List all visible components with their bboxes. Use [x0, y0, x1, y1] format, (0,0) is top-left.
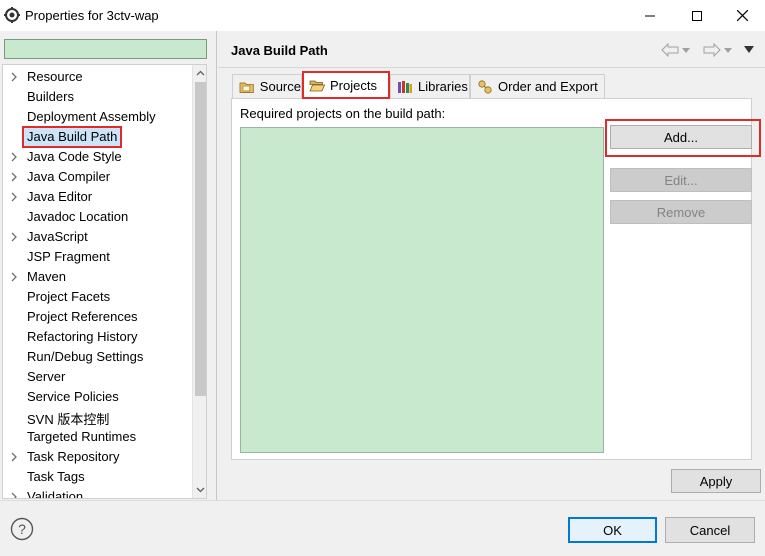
sidebar-item-label: Java Code Style	[27, 149, 122, 164]
chevron-right-icon[interactable]	[9, 272, 19, 282]
sidebar-item-label: Targeted Runtimes	[27, 429, 137, 444]
sidebar-item-service-policies[interactable]: Service Policies	[3, 387, 192, 407]
sidebar-item-label: JSP Fragment	[27, 249, 110, 264]
maximize-icon	[692, 10, 702, 21]
sidebar-item-label: Builders	[27, 89, 74, 104]
tree-scrollbar[interactable]	[192, 65, 206, 498]
chevron-right-icon[interactable]	[9, 172, 19, 182]
sidebar-item-validation[interactable]: Validation	[3, 487, 192, 499]
sidebar-item-label: Maven	[27, 269, 67, 284]
sidebar-item-label: SVN 版本控制	[27, 412, 110, 427]
sidebar-item-label: Javadoc Location	[27, 209, 129, 224]
sidebar-item-targeted-runtimes[interactable]: Targeted Runtimes	[3, 427, 192, 447]
sidebar-item-label: Validation	[27, 489, 84, 499]
tab-order-and-export[interactable]: Order and Export	[470, 74, 605, 98]
required-projects-label: Required projects on the build path:	[240, 106, 446, 121]
apply-button[interactable]: Apply	[671, 469, 761, 493]
page-nav	[661, 40, 761, 60]
minimize-icon	[645, 15, 655, 16]
sidebar-item-label: Task Repository	[27, 449, 120, 464]
projects-tab-content: Required projects on the build path: Add…	[231, 98, 761, 460]
gear-icon	[4, 7, 20, 23]
sidebar-item-label: JavaScript	[27, 229, 88, 244]
filter-input[interactable]	[4, 39, 207, 59]
chevron-right-icon[interactable]	[9, 152, 19, 162]
sidebar-item-task-repository[interactable]: Task Repository	[3, 447, 192, 467]
chevron-up-icon[interactable]	[195, 68, 206, 79]
open-folder-icon	[309, 80, 325, 91]
chevron-right-icon[interactable]	[9, 452, 19, 462]
sidebar-item-maven[interactable]: Maven	[3, 267, 192, 287]
tab-bar: Source Projects Libraries Order and Expo…	[232, 71, 752, 99]
chevron-right-icon[interactable]	[9, 192, 19, 202]
property-tree: Resource Builders Deployment Assembly Java …	[2, 64, 207, 499]
sidebar-item-label: Project Facets	[27, 289, 111, 304]
sidebar-item-label: Java Compiler	[27, 169, 111, 184]
help-icon[interactable]: ?	[10, 517, 34, 541]
sidebar-item-label: Java Editor	[27, 189, 93, 204]
main-panel: Java Build Path Source Projects Librarie…	[218, 31, 765, 500]
sidebar-item-svn[interactable]: SVN 版本控制	[3, 407, 192, 427]
sidebar: Resource Builders Deployment Assembly Java …	[0, 31, 217, 500]
tab-libraries[interactable]: Libraries	[390, 74, 470, 98]
sidebar-item-label: Run/Debug Settings	[27, 349, 144, 364]
forward-arrow-icon[interactable]	[703, 43, 721, 57]
sidebar-item-label: Project References	[27, 309, 138, 324]
close-button[interactable]	[719, 0, 765, 31]
sidebar-item-label: Refactoring History	[27, 329, 138, 344]
chevron-right-icon[interactable]	[9, 492, 19, 499]
sidebar-item-builders[interactable]: Builders	[3, 87, 192, 107]
chevron-down-icon[interactable]	[682, 48, 690, 54]
sidebar-item-refactoring-history[interactable]: Refactoring History	[3, 327, 192, 347]
projects-list[interactable]	[240, 127, 604, 453]
sidebar-item-server[interactable]: Server	[3, 367, 192, 387]
sidebar-item-java-code-style[interactable]: Java Code Style	[3, 147, 192, 167]
sidebar-item-project-references[interactable]: Project References	[3, 307, 192, 327]
sidebar-item-java-compiler[interactable]: Java Compiler	[3, 167, 192, 187]
add-button[interactable]: Add...	[610, 125, 752, 149]
sidebar-item-run-debug-settings[interactable]: Run/Debug Settings	[3, 347, 192, 367]
remove-button[interactable]: Remove	[610, 200, 752, 224]
maximize-button[interactable]	[674, 0, 720, 31]
sidebar-item-label: Java Build Path	[21, 126, 123, 148]
page-title: Java Build Path	[231, 43, 328, 58]
sidebar-item-label: Resource	[27, 69, 83, 84]
chevron-right-icon[interactable]	[9, 232, 19, 242]
chevron-down-icon[interactable]	[195, 484, 206, 495]
sidebar-item-label: Task Tags	[27, 469, 85, 484]
sidebar-item-java-build-path[interactable]: Java Build Path	[3, 126, 192, 148]
ok-button[interactable]: OK	[568, 517, 657, 543]
scroll-thumb[interactable]	[195, 82, 206, 396]
sidebar-item-jsp-fragment[interactable]: JSP Fragment	[3, 247, 192, 267]
sidebar-item-label: Service Policies	[27, 389, 119, 404]
sidebar-item-javascript[interactable]: JavaScript	[3, 227, 192, 247]
sidebar-item-resource[interactable]: Resource	[3, 67, 192, 87]
view-menu-icon[interactable]	[744, 46, 754, 54]
svg-text:?: ?	[18, 521, 26, 537]
close-icon	[736, 10, 748, 21]
sidebar-item-deployment-assembly[interactable]: Deployment Assembly	[3, 107, 192, 127]
window-title: Properties for 3ctv-wap	[25, 8, 159, 23]
divider	[218, 67, 765, 68]
sidebar-item-label: Deployment Assembly	[27, 109, 156, 124]
order-export-icon	[478, 79, 492, 94]
chevron-right-icon[interactable]	[9, 72, 19, 82]
tab-projects[interactable]: Projects	[302, 71, 390, 99]
cancel-button[interactable]: Cancel	[665, 517, 755, 543]
sidebar-item-javadoc-location[interactable]: Javadoc Location	[3, 207, 192, 227]
sidebar-item-java-editor[interactable]: Java Editor	[3, 187, 192, 207]
back-arrow-icon[interactable]	[661, 43, 679, 57]
minimize-button[interactable]	[627, 0, 673, 31]
sidebar-item-task-tags[interactable]: Task Tags	[3, 467, 192, 487]
title-bar: Properties for 3ctv-wap	[0, 0, 765, 31]
chevron-down-icon[interactable]	[724, 48, 732, 54]
libraries-icon	[398, 80, 412, 93]
tab-source[interactable]: Source	[232, 74, 302, 98]
edit-button[interactable]: Edit...	[610, 168, 752, 192]
dialog-footer: ? OK Cancel	[0, 500, 765, 556]
sidebar-item-project-facets[interactable]: Project Facets	[3, 287, 192, 307]
source-folder-icon	[239, 82, 254, 93]
sidebar-item-label: Server	[27, 369, 66, 384]
